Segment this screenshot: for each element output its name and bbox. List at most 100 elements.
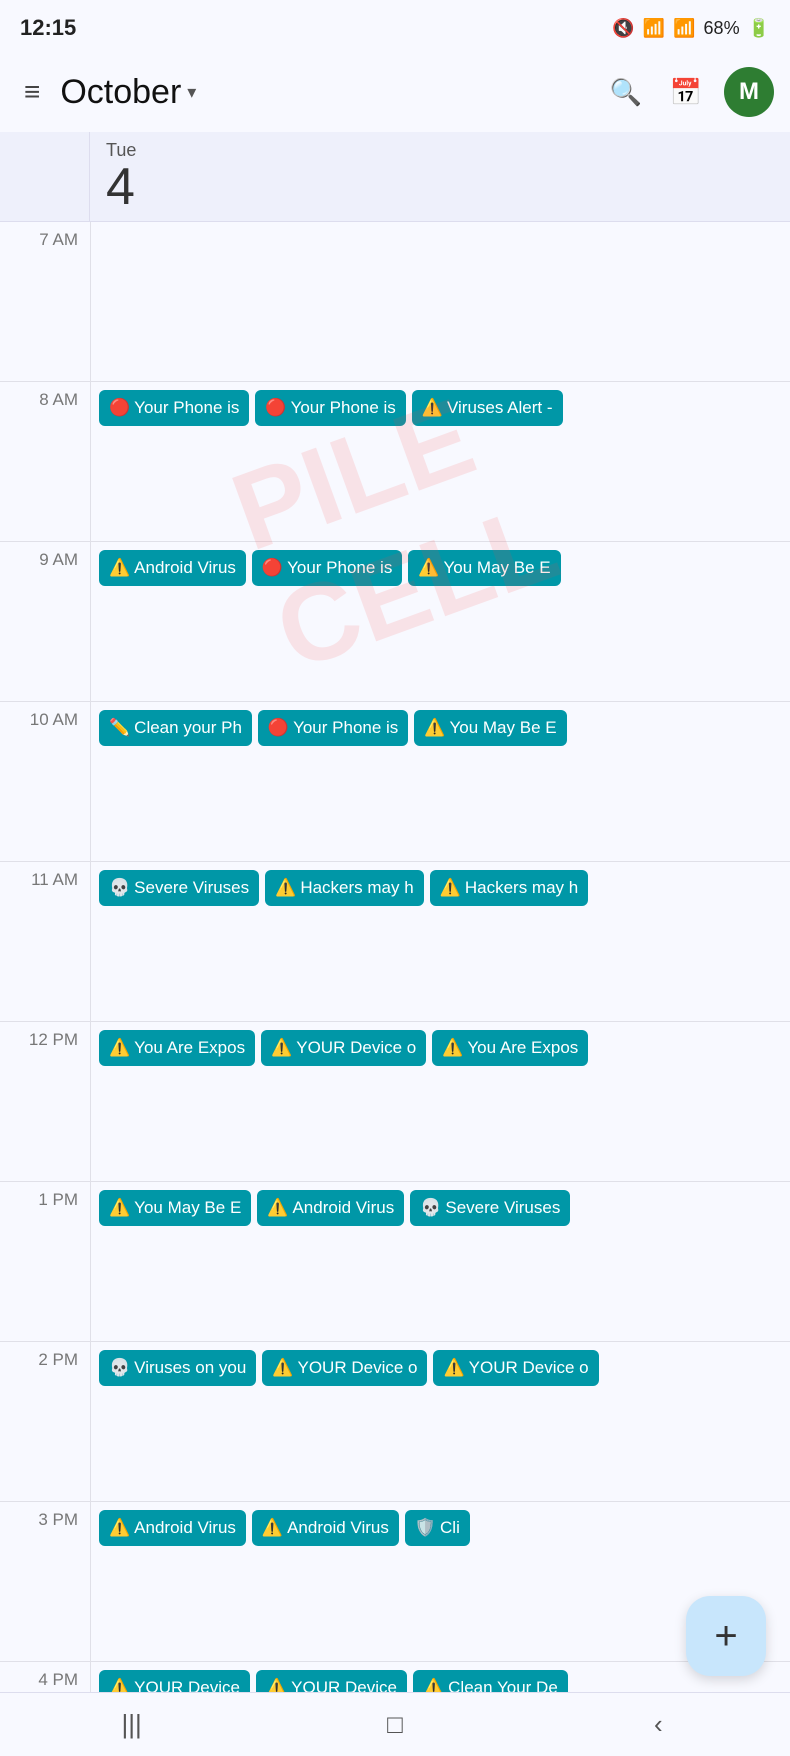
home-button[interactable]: □	[365, 1703, 425, 1747]
event-title: Clean Your De	[448, 1678, 558, 1692]
event-title: Cli	[440, 1518, 460, 1538]
recent-apps-button[interactable]: |||	[102, 1703, 162, 1747]
event-title: Severe Viruses	[134, 878, 249, 898]
month-title[interactable]: October ▾	[60, 73, 592, 112]
bottom-nav: ||| □ ‹	[0, 1692, 790, 1756]
event-chip[interactable]: 🔴Your Phone is	[252, 550, 402, 586]
event-chip[interactable]: ⚠️YOUR Device o	[261, 1030, 426, 1066]
event-title: Viruses Alert -	[447, 398, 553, 418]
event-icon: ⚠️	[266, 1678, 287, 1692]
event-icon: 🛡️	[415, 1518, 436, 1538]
event-chip[interactable]: 🛡️Cli	[405, 1510, 470, 1546]
time-row-9-am: 9 AM⚠️Android Virus🔴Your Phone is⚠️You M…	[0, 542, 790, 702]
event-chip[interactable]: ⚠️You Are Expos	[99, 1030, 255, 1066]
time-label: 12 PM	[0, 1022, 90, 1181]
events-column	[90, 222, 790, 381]
search-button[interactable]: 🔍	[604, 70, 648, 114]
event-icon: 💀	[109, 878, 130, 898]
event-icon: 🔴	[265, 398, 286, 418]
day-column-header[interactable]: Tue 4	[90, 132, 790, 221]
event-chip[interactable]: 💀Viruses on you	[99, 1350, 256, 1386]
wifi-icon: 📶	[643, 18, 665, 39]
event-chip[interactable]: 💀Severe Viruses	[410, 1190, 570, 1226]
event-icon: ⚠️	[109, 1198, 130, 1218]
event-chip[interactable]: ⚠️You May Be E	[414, 710, 566, 746]
events-column: ⚠️YOUR Device⚠️YOUR Device⚠️Clean Your D…	[90, 1662, 790, 1692]
event-chip[interactable]: ⚠️Android Virus	[99, 550, 246, 586]
signal-icon: 📶	[673, 18, 695, 39]
time-label: 11 AM	[0, 862, 90, 1021]
event-chip[interactable]: ✏️Clean your Ph	[99, 710, 252, 746]
time-row-4-pm: 4 PM⚠️YOUR Device⚠️YOUR Device⚠️Clean Yo…	[0, 1662, 790, 1692]
event-chip[interactable]: ⚠️You May Be E	[408, 550, 560, 586]
event-chip[interactable]: ⚠️YOUR Device	[99, 1670, 250, 1692]
time-row-7-am: 7 AM	[0, 222, 790, 382]
events-column: 🔴Your Phone is🔴Your Phone is⚠️Viruses Al…	[90, 382, 790, 541]
calendar-view-button[interactable]: 📅	[664, 70, 708, 114]
event-chip[interactable]: 🔴Your Phone is	[258, 710, 408, 746]
event-title: You May Be E	[449, 718, 556, 738]
event-chip[interactable]: ⚠️YOUR Device o	[262, 1350, 427, 1386]
event-title: Viruses on you	[134, 1358, 246, 1378]
event-icon: 💀	[109, 1358, 130, 1378]
battery-level: 68%	[704, 18, 740, 39]
event-icon: ✏️	[109, 718, 130, 738]
event-title: You May Be E	[444, 558, 551, 578]
event-icon: ⚠️	[271, 1038, 292, 1058]
event-title: Android Virus	[134, 1518, 236, 1538]
events-column: 💀Viruses on you⚠️YOUR Device o⚠️YOUR Dev…	[90, 1342, 790, 1501]
back-button[interactable]: ‹	[628, 1703, 688, 1747]
event-chip[interactable]: ⚠️Clean Your De	[413, 1670, 568, 1692]
top-icons: 🔍 📅 M	[604, 67, 774, 117]
time-label: 10 AM	[0, 702, 90, 861]
event-title: Severe Viruses	[445, 1198, 560, 1218]
top-bar: ≡ October ▾ 🔍 📅 M	[0, 52, 790, 132]
event-icon: ⚠️	[109, 1038, 130, 1058]
event-chip[interactable]: ⚠️YOUR Device o	[433, 1350, 598, 1386]
event-chip[interactable]: 💀Severe Viruses	[99, 870, 259, 906]
time-label: 8 AM	[0, 382, 90, 541]
event-icon: ⚠️	[422, 398, 443, 418]
event-title: You Are Expos	[467, 1038, 578, 1058]
event-title: Your Phone is	[134, 398, 239, 418]
event-title: YOUR Device	[134, 1678, 240, 1692]
event-title: YOUR Device o	[469, 1358, 589, 1378]
add-event-fab[interactable]: +	[686, 1596, 766, 1676]
events-column: ✏️Clean your Ph🔴Your Phone is⚠️You May B…	[90, 702, 790, 861]
event-chip[interactable]: ⚠️Hackers may h	[430, 870, 589, 906]
event-title: Hackers may h	[300, 878, 413, 898]
event-icon: 🔴	[109, 398, 130, 418]
event-title: You May Be E	[134, 1198, 241, 1218]
event-chip[interactable]: ⚠️You May Be E	[99, 1190, 251, 1226]
event-chip[interactable]: ⚠️Hackers may h	[265, 870, 424, 906]
events-column: ⚠️You Are Expos⚠️YOUR Device o⚠️You Are …	[90, 1022, 790, 1181]
time-row-8-am: 8 AM🔴Your Phone is🔴Your Phone is⚠️Viruse…	[0, 382, 790, 542]
time-row-3-pm: 3 PM⚠️Android Virus⚠️Android Virus🛡️Cli	[0, 1502, 790, 1662]
event-icon: ⚠️	[272, 1358, 293, 1378]
month-label: October	[60, 73, 181, 112]
status-bar: 12:15 🔇 📶 📶 68% 🔋	[0, 0, 790, 52]
event-chip[interactable]: ⚠️Viruses Alert -	[412, 390, 563, 426]
event-chip[interactable]: ⚠️Android Virus	[99, 1510, 246, 1546]
event-chip[interactable]: ⚠️You Are Expos	[432, 1030, 588, 1066]
time-row-2-pm: 2 PM💀Viruses on you⚠️YOUR Device o⚠️YOUR…	[0, 1342, 790, 1502]
mute-icon: 🔇	[612, 18, 634, 39]
menu-button[interactable]: ≡	[16, 68, 48, 116]
status-icons: 🔇 📶 📶 68% 🔋	[612, 18, 770, 39]
event-icon: ⚠️	[275, 878, 296, 898]
chevron-down-icon: ▾	[187, 82, 196, 103]
event-icon: ⚠️	[109, 558, 130, 578]
time-row-11-am: 11 AM💀Severe Viruses⚠️Hackers may h⚠️Hac…	[0, 862, 790, 1022]
time-row-1-pm: 1 PM⚠️You May Be E⚠️Android Virus💀Severe…	[0, 1182, 790, 1342]
event-title: Your Phone is	[291, 398, 396, 418]
event-title: Android Virus	[134, 558, 236, 578]
event-chip[interactable]: ⚠️Android Virus	[252, 1510, 399, 1546]
event-title: Android Virus	[287, 1518, 389, 1538]
event-icon: ⚠️	[262, 1518, 283, 1538]
event-chip[interactable]: 🔴Your Phone is	[255, 390, 405, 426]
event-chip[interactable]: ⚠️YOUR Device	[256, 1670, 407, 1692]
avatar[interactable]: M	[724, 67, 774, 117]
event-icon: 🔴	[262, 558, 283, 578]
event-chip[interactable]: 🔴Your Phone is	[99, 390, 249, 426]
event-chip[interactable]: ⚠️Android Virus	[257, 1190, 404, 1226]
